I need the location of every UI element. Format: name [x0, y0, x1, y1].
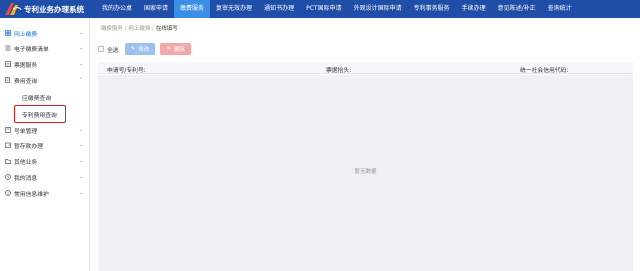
breadcrumb: 缴费服务 / 网上缴费 / 在线填写 [101, 24, 178, 32]
nav-notices[interactable]: 通知书办理 [258, 0, 300, 18]
breadcrumb-current: 在线填写 [155, 26, 178, 32]
nav-query-statistics[interactable]: 查询统计 [542, 0, 578, 18]
chevron-down-icon: ⌄ [78, 142, 84, 148]
info-icon [5, 190, 11, 196]
select-all-label[interactable]: 全选 [107, 45, 119, 54]
edit-button-label: 修改 [138, 47, 150, 53]
chevron-down-icon: ⌄ [78, 127, 84, 133]
sidebar-item-label: 费用查询 [14, 78, 38, 85]
select-all-checkbox[interactable] [98, 46, 104, 52]
edit-button[interactable]: ✎ 修改 [124, 43, 156, 55]
sidebar-subitem-payable-fee-query[interactable]: 应缴费查询 [22, 93, 51, 102]
app-title: 专利业务办理系统 [24, 5, 84, 14]
sidebar-item-label: 电子缴费清单 [14, 46, 49, 53]
sidebar-item-label: 常用信息维护 [14, 191, 49, 198]
sidebar-item-label: 票据服务 [14, 62, 38, 69]
nav-patent-affairs[interactable]: 专利事务服务 [408, 0, 456, 18]
sidebar-item-ticket-service[interactable]: 票据服务 ⌄ [0, 58, 90, 70]
table-header: 申请号/专利号: 票据抬头: 统一社会信用代码: [98, 62, 633, 74]
chevron-up-icon: ⌃ [78, 77, 84, 83]
chevron-down-icon: ⌄ [78, 158, 84, 164]
breadcrumb-level2[interactable]: 网上缴费 [128, 26, 150, 32]
nav-procedures[interactable]: 手续办理 [456, 0, 492, 18]
table-body: 暂无数据 [98, 75, 633, 271]
top-navbar: 专利业务办理系统 我的办公桌 国家申请 缴费服务 复审无效办理 通知书办理 PC… [0, 0, 640, 18]
empty-state-text: 暂无数据 [354, 169, 377, 175]
sidebar-item-label: 暂存款办理 [14, 143, 43, 150]
sidebar-item-online-payment[interactable]: 网上缴费 ⌄ [0, 27, 90, 39]
sidebar-item-fee-query[interactable]: 费用查询 ⌃ [0, 74, 90, 86]
chevron-down-icon: ⌄ [78, 30, 84, 36]
nav-payment-service[interactable]: 缴费服务 [174, 0, 211, 18]
column-header-credit-code: 统一社会信用代码: [520, 68, 569, 74]
breadcrumb-level1[interactable]: 缴费服务 [101, 26, 123, 32]
nav-reexamination[interactable]: 复审无效办理 [210, 0, 258, 18]
wallet-icon [5, 142, 11, 148]
sidebar: 网上缴费 ⌄ 电子缴费清单 ⌄ 票据服务 ⌄ 费用查询 ⌃ 应缴费查询 专利费用… [0, 18, 90, 271]
nav-national-application[interactable]: 国家申请 [138, 0, 174, 18]
sidebar-item-e-payment-list[interactable]: 电子缴费清单 ⌄ [0, 42, 90, 54]
nav-my-desk[interactable]: 我的办公桌 [96, 0, 138, 18]
sidebar-item-common-info[interactable]: 常用信息维护 ⌄ [0, 187, 90, 199]
nav-opinion-correction[interactable]: 意见陈述/补正 [492, 0, 542, 18]
sidebar-item-my-messages[interactable]: 我的消息 ⌄ [0, 171, 90, 183]
trash-icon: ✕ [166, 46, 171, 52]
chevron-down-icon: ⌄ [78, 190, 84, 196]
main-nav: 我的办公桌 国家申请 缴费服务 复审无效办理 通知书办理 PCT国际申请 外观设… [96, 0, 578, 18]
toolbar: 全选 ✎ 修改 ✕ 删除 [98, 43, 196, 55]
delete-button[interactable]: ✕ 删除 [160, 43, 191, 55]
edit-icon: ✎ [130, 46, 136, 52]
sidebar-item-temporary-deposit[interactable]: 暂存款办理 ⌄ [0, 139, 90, 151]
highlight-box [14, 105, 66, 123]
list-icon [5, 45, 11, 51]
folder-icon [5, 158, 11, 164]
search-doc-icon [5, 77, 11, 83]
sidebar-item-label: 我的消息 [14, 175, 38, 182]
chevron-down-icon: ⌄ [78, 174, 84, 180]
sidebar-item-label: 号单管理 [14, 128, 38, 135]
sidebar-item-label: 其他业务 [14, 159, 38, 166]
sidebar-item-other-business[interactable]: 其他业务 ⌄ [0, 155, 90, 167]
sidebar-item-number-management[interactable]: 号单管理 ⌄ [0, 124, 90, 136]
delete-button-label: 删除 [173, 47, 185, 53]
chevron-down-icon: ⌄ [78, 61, 84, 67]
breadcrumb-separator: / [152, 26, 154, 32]
nav-pct[interactable]: PCT国际申请 [300, 0, 347, 18]
logo-icon [2, 1, 22, 17]
breadcrumb-separator: / [124, 26, 127, 32]
nav-design-international[interactable]: 外观设计国际申请 [348, 0, 408, 18]
column-header-application-number: 申请号/专利号: [107, 68, 146, 74]
sidebar-item-label: 网上缴费 [14, 31, 38, 38]
document-icon [5, 127, 11, 133]
ticket-icon [5, 61, 11, 67]
main-content: 缴费服务 / 网上缴费 / 在线填写 全选 ✎ 修改 ✕ 删除 申请号/专利号:… [91, 18, 640, 271]
chevron-down-icon: ⌄ [78, 45, 84, 51]
grid-icon [5, 30, 11, 36]
column-header-invoice-title: 票据抬头: [326, 68, 352, 74]
bell-icon [5, 174, 11, 180]
